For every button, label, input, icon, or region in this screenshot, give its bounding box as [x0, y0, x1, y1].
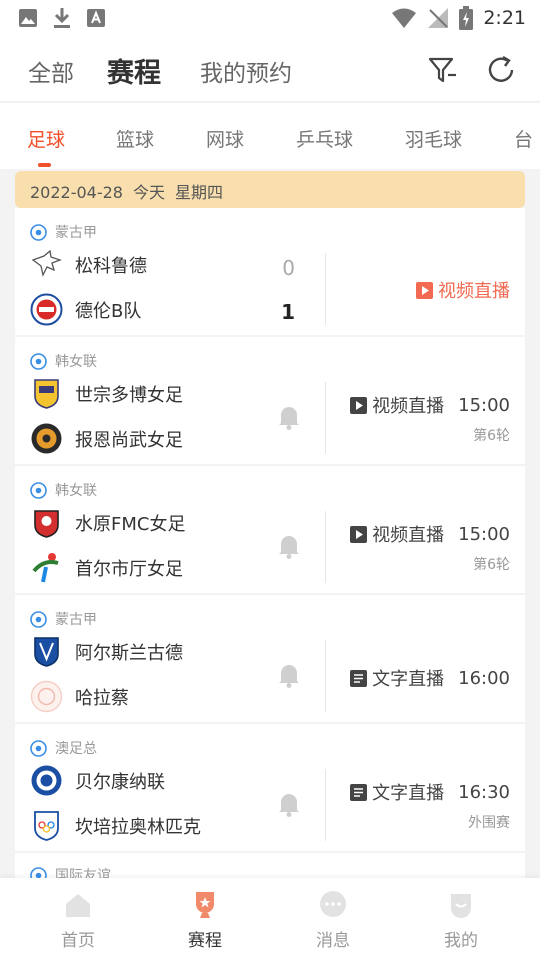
play-icon	[416, 281, 433, 299]
team-logo-round-icon	[31, 765, 62, 796]
bell-icon[interactable]	[277, 662, 301, 688]
league-label: 蒙古甲	[30, 222, 97, 242]
divider	[325, 769, 326, 841]
app-notification-icon	[87, 9, 105, 27]
match-time: 15:00	[458, 394, 510, 416]
league-label: 韩女联	[30, 480, 97, 500]
home-icon	[66, 894, 90, 917]
football-icon	[30, 610, 47, 628]
divider	[325, 253, 326, 325]
nav-messages[interactable]: 消息	[293, 890, 373, 951]
team-logo-crest-icon	[34, 379, 59, 409]
league-label: 韩女联	[30, 351, 97, 371]
team-logo-badge-icon	[34, 510, 59, 538]
battery-icon	[459, 6, 474, 30]
trophy-icon	[196, 892, 214, 918]
round-label: 外围赛	[468, 815, 510, 831]
bottom-navigation: 首页 赛程 消息 我的	[0, 878, 540, 960]
tab-badminton[interactable]: 羽毛球	[405, 125, 462, 152]
clock: 2:21	[483, 7, 526, 29]
away-team: 报恩尚武女足	[30, 422, 183, 455]
divider	[325, 511, 326, 583]
tab-more[interactable]: 台	[514, 125, 533, 152]
league-label: 澳足总	[30, 738, 97, 758]
active-tab-indicator	[38, 163, 51, 167]
away-team: 德伦B队	[30, 293, 141, 326]
team-logo-round-icon	[31, 423, 62, 454]
sport-tabs: 足球 篮球 网球 乒乓球 羽毛球 台	[0, 103, 540, 169]
weekday-text: 星期四	[175, 183, 224, 202]
home-team: 世宗多博女足	[30, 377, 183, 410]
tab-football[interactable]: 足球	[27, 125, 65, 152]
home-team: 水原FMC女足	[30, 506, 185, 539]
team-logo-placeholder-icon	[30, 680, 63, 713]
profile-icon	[451, 894, 471, 918]
play-icon	[350, 396, 368, 414]
video-live-button[interactable]: 视频直播	[416, 277, 510, 303]
no-signal-icon	[428, 8, 449, 28]
text-live-button[interactable]: 文字直播 16:30	[350, 779, 510, 805]
football-icon	[30, 739, 47, 757]
football-icon	[30, 352, 47, 370]
chat-icon	[320, 891, 346, 917]
match-card[interactable]: 蒙古甲 松科鲁德 德伦B队 0 1 视频直播	[15, 208, 525, 335]
tab-basketball[interactable]: 篮球	[116, 125, 154, 152]
away-team: 首尔市厅女足	[30, 551, 183, 584]
team-logo-crest-icon	[34, 811, 59, 841]
home-score: 0	[282, 256, 295, 280]
document-icon	[350, 669, 368, 687]
match-card[interactable]: 韩女联 世宗多博女足 报恩尚武女足 视频直播 15:00 第6轮	[15, 337, 525, 464]
match-card[interactable]: 韩女联 水原FMC女足 首尔市厅女足 视频直播 15:00 第6轮	[15, 466, 525, 593]
wifi-icon	[392, 8, 417, 28]
away-score: 1	[281, 300, 295, 324]
nav-home[interactable]: 首页	[38, 890, 118, 951]
bell-icon[interactable]	[277, 404, 301, 430]
date-bar: 2022-04-28 今天 星期四	[15, 171, 525, 208]
home-team: 阿尔斯兰古德	[30, 635, 183, 668]
image-notification-icon	[19, 9, 37, 27]
top-header: 全部 赛程 我的预约	[0, 36, 540, 102]
nav-profile[interactable]: 我的	[421, 890, 501, 951]
divider	[325, 382, 326, 454]
tab-table-tennis[interactable]: 乒乓球	[296, 125, 353, 152]
home-team: 贝尔康纳联	[30, 764, 165, 797]
match-card[interactable]: 澳足总 贝尔康纳联 坎培拉奥林匹克 文字直播 16:30 外围赛	[15, 724, 525, 851]
nav-schedule[interactable]: 赛程	[165, 890, 245, 951]
match-card[interactable]: 蒙古甲 阿尔斯兰古德 哈拉蔡 文字直播 16:00	[15, 595, 525, 722]
download-notification-icon	[54, 8, 70, 28]
day-text: 今天	[132, 183, 165, 202]
filter-icon[interactable]	[427, 54, 459, 86]
refresh-icon[interactable]	[486, 54, 518, 86]
team-logo-shield-icon	[30, 293, 63, 326]
football-icon	[30, 481, 47, 499]
league-label: 蒙古甲	[30, 609, 97, 629]
team-logo-shield-icon	[34, 637, 59, 667]
round-label: 第6轮	[473, 557, 510, 573]
bell-icon[interactable]	[277, 533, 301, 559]
tab-all[interactable]: 全部	[28, 54, 74, 88]
tab-schedule[interactable]: 赛程	[107, 51, 161, 90]
away-team: 坎培拉奥林匹克	[30, 809, 201, 842]
text-live-button[interactable]: 文字直播 16:00	[350, 665, 510, 691]
status-bar: 2:21	[0, 0, 540, 36]
round-label: 第6轮	[473, 428, 510, 444]
football-icon	[30, 223, 47, 241]
video-live-button[interactable]: 视频直播 15:00	[350, 521, 510, 547]
bell-icon[interactable]	[277, 791, 301, 817]
tab-tennis[interactable]: 网球	[206, 125, 244, 152]
team-logo-eagle-icon	[31, 249, 62, 277]
divider	[325, 640, 326, 712]
tab-my-reservations[interactable]: 我的预约	[200, 54, 292, 88]
match-time: 15:00	[458, 523, 510, 545]
match-time: 16:00	[458, 667, 510, 689]
team-logo-figure-icon	[32, 553, 59, 583]
home-team: 松科鲁德	[30, 248, 147, 281]
play-icon	[350, 525, 368, 543]
video-live-button[interactable]: 视频直播 15:00	[350, 392, 510, 418]
away-team: 哈拉蔡	[30, 680, 129, 713]
document-icon	[350, 783, 368, 801]
date-text: 2022-04-28	[30, 183, 123, 202]
match-time: 16:30	[458, 781, 510, 803]
